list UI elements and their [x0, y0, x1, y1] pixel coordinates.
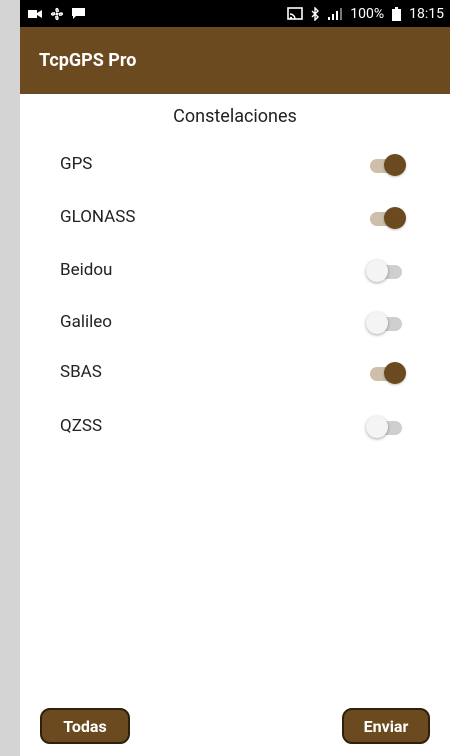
app-bar: TcpGPS Pro — [20, 27, 450, 94]
background-strip — [0, 0, 20, 756]
message-icon — [72, 7, 85, 20]
toggle-beidou[interactable] — [366, 256, 412, 284]
row-glonass: GLONASS — [20, 197, 450, 237]
fan-icon — [50, 7, 64, 21]
enviar-button[interactable]: Enviar — [342, 708, 430, 744]
todas-button[interactable]: Todas — [40, 708, 130, 744]
battery-icon — [392, 6, 402, 21]
row-qzss: QZSS — [20, 406, 450, 446]
row-label-galileo: Galileo — [60, 312, 112, 332]
row-galileo: Galileo — [20, 302, 450, 342]
toggle-galileo[interactable] — [366, 308, 412, 336]
toggle-thumb — [384, 362, 406, 384]
toggle-gps[interactable] — [366, 150, 412, 178]
bluetooth-icon — [311, 6, 320, 21]
toggle-thumb — [366, 260, 388, 282]
row-beidou: Beidou — [20, 250, 450, 290]
toggle-thumb — [384, 207, 406, 229]
row-label-sbas: SBAS — [60, 362, 102, 382]
constellations-panel: Constelaciones GPS GLONASS Beidou Galile… — [20, 94, 450, 756]
cast-icon — [287, 7, 304, 20]
toggle-thumb — [366, 312, 388, 334]
status-time: 18:15 — [409, 5, 444, 22]
section-title: Constelaciones — [173, 106, 297, 127]
signal-icon — [328, 7, 343, 20]
toggle-qzss[interactable] — [366, 412, 412, 440]
row-sbas: SBAS — [20, 352, 450, 392]
status-left — [28, 7, 85, 21]
row-label-qzss: QZSS — [60, 416, 103, 436]
toggle-sbas[interactable] — [366, 358, 412, 386]
row-label-gps: GPS — [60, 154, 93, 174]
battery-percent: 100% — [350, 5, 385, 22]
phone-screen: 100% 18:15 TcpGPS Pro Constelaciones GPS… — [20, 0, 450, 756]
row-label-beidou: Beidou — [60, 260, 113, 280]
status-right: 100% 18:15 — [287, 6, 444, 22]
row-label-glonass: GLONASS — [60, 207, 136, 227]
status-bar: 100% 18:15 — [20, 0, 450, 27]
app-title: TcpGPS Pro — [39, 50, 137, 71]
toggle-thumb — [384, 154, 406, 176]
toggle-glonass[interactable] — [366, 203, 412, 231]
video-call-icon — [28, 9, 42, 19]
toggle-thumb — [366, 416, 388, 438]
row-gps: GPS — [20, 144, 450, 184]
